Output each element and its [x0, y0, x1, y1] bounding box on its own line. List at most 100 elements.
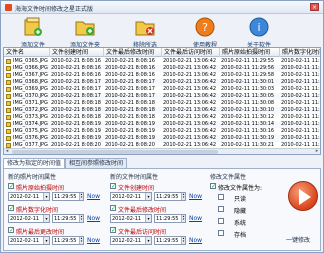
chevron-down-icon[interactable]: ▾	[43, 193, 49, 200]
archive-checkbox[interactable]	[218, 230, 224, 236]
chevron-down-icon[interactable]: ▾	[43, 237, 49, 244]
photo-original-date[interactable]: 2012-02-11 ▾	[8, 192, 50, 201]
spinner-icon[interactable]: ▴ ▾	[181, 237, 185, 244]
image-file-icon	[6, 87, 11, 92]
spinner-icon[interactable]: ▴ ▾	[181, 215, 185, 222]
close-button[interactable]: ×	[310, 3, 319, 11]
table-row[interactable]: IMG_0375.JPG 2010-02-21 8:08:19 2010-02-21…	[4, 128, 320, 135]
photo-modified-date[interactable]: 2012-02-11 ▾	[8, 236, 50, 245]
table-row[interactable]: IMG_0368.JPG 2010-02-21 8:08:17 2010-02-21…	[4, 79, 320, 86]
table-cell: IMG_0374.JPG	[13, 121, 48, 127]
photo-modified-now-link[interactable]: Now	[87, 237, 100, 244]
file-created-checkbox[interactable]: ✓	[110, 183, 116, 190]
table-cell: 2010-02-11 11:30:16	[221, 128, 275, 134]
table-row[interactable]: IMG_0365.JPG 2010-02-21 8:08:16 2010-02-21…	[4, 58, 320, 65]
table-row[interactable]: IMG_0373.JPG 2010-02-21 8:08:18 2010-02-21…	[4, 114, 320, 121]
spinner-icon[interactable]: ▴ ▾	[79, 215, 83, 222]
readonly-checkbox[interactable]	[218, 194, 224, 200]
file-modified-time[interactable]: 11:29:55 ▴ ▾	[154, 214, 186, 223]
photo-digitized-now-link[interactable]: Now	[87, 215, 100, 222]
chevron-down-icon[interactable]: ▾	[145, 215, 151, 222]
file-created-now-link[interactable]: Now	[189, 193, 202, 200]
table-row[interactable]: IMG_0370.JPG 2010-02-21 8:08:17 2010-02-21…	[4, 93, 320, 100]
chevron-down-icon[interactable]: ▾	[43, 215, 49, 222]
photo-original-now-link[interactable]: Now	[87, 193, 100, 200]
chevron-down-icon[interactable]: ▾	[145, 193, 151, 200]
table-cell: 2010-02-11 11:30:19	[281, 135, 320, 141]
photo-digitized-checkbox[interactable]: ✓	[8, 205, 14, 212]
table-cell: 2010-02-11 11:29:55	[221, 58, 275, 64]
table-cell: IMG_0367.JPG	[13, 72, 48, 78]
add-folder-icon	[75, 21, 95, 36]
file-accessed-date[interactable]: 2012-02-11 ▾	[110, 236, 152, 245]
table-cell: 2010-02-21 8:08:16	[105, 65, 155, 71]
file-list[interactable]: 文件名 文件创建时间 文件最后修改时间 文件最后访问时间 照片原始拍摄时间 照片…	[3, 47, 321, 155]
title-bar: 海海文件时间修改之星正式版 ×	[1, 1, 323, 14]
add-folder-button[interactable]: 添加文件夹	[63, 15, 107, 50]
file-modified-checkbox[interactable]: ✓	[110, 205, 116, 212]
photo-original-checkbox[interactable]: ✓	[8, 183, 14, 190]
tutorial-button[interactable]: ? 使用教程	[183, 15, 227, 50]
column-header[interactable]: 文件创建时间	[50, 48, 104, 57]
file-modified-date[interactable]: 2012-02-11 ▾	[110, 214, 152, 223]
table-cell: IMG_0366.JPG	[13, 65, 48, 71]
tab-set-specified-time[interactable]: 修改为指定的时间值	[3, 158, 66, 168]
table-cell: IMG_0369.JPG	[13, 86, 48, 92]
photo-original-time[interactable]: 11:29:55 ▴ ▾	[52, 192, 84, 201]
image-file-icon	[6, 108, 11, 113]
table-cell: 2010-02-21 8:08:17	[51, 86, 101, 92]
table-row[interactable]: IMG_0367.JPG 2010-02-21 8:08:16 2010-02-21…	[4, 72, 320, 79]
about-button[interactable]: i 关于软件	[237, 15, 281, 50]
spinner-icon[interactable]: ▴ ▾	[79, 193, 83, 200]
file-created-time[interactable]: 11:29:55 ▴ ▾	[154, 192, 186, 201]
chevron-down-icon[interactable]: ▾	[145, 237, 151, 244]
file-accessed-time[interactable]: 11:29:55 ▴ ▾	[154, 236, 186, 245]
table-row[interactable]: IMG_0366.JPG 2010-02-21 8:08:16 2010-02-21…	[4, 65, 320, 72]
hidden-checkbox[interactable]	[218, 206, 224, 212]
table-cell: 2010-02-11 11:30:08	[221, 100, 275, 106]
modify-attr-checkbox[interactable]: ✓	[210, 183, 216, 190]
one-click-modify-button[interactable]	[288, 181, 318, 211]
photo-modified-checkbox[interactable]: ✓	[8, 227, 14, 234]
image-file-icon	[6, 122, 11, 127]
table-cell: 2010-02-11 11:30:03	[281, 86, 320, 92]
column-header[interactable]: 文件最后修改时间	[104, 48, 162, 57]
table-cell: 2010-02-21 8:08:18	[105, 107, 155, 113]
file-accessed-now-link[interactable]: Now	[189, 237, 202, 244]
remove-selected-button[interactable]: 移除所选	[123, 15, 167, 50]
file-created-date[interactable]: 2012-02-11 ▾	[110, 192, 152, 201]
table-row[interactable]: IMG_0376.JPG 2010-02-21 8:08:19 2010-02-21…	[4, 135, 320, 142]
photo-digitized-time[interactable]: 11:29:55 ▴ ▾	[52, 214, 84, 223]
column-header[interactable]: 文件名	[4, 48, 50, 57]
table-cell: 2010-02-11 11:30:01	[281, 79, 320, 85]
table-cell: IMG_0372.JPG	[13, 107, 48, 113]
table-row[interactable]: IMG_0371.JPG 2010-02-21 8:08:18 2010-02-21…	[4, 100, 320, 107]
table-row[interactable]: IMG_0369.JPG 2010-02-21 8:08:17 2010-02-21…	[4, 86, 320, 93]
column-header[interactable]: 照片数字化时间	[280, 48, 320, 57]
column-header[interactable]: 照片原始拍摄时间	[220, 48, 280, 57]
spinner-icon[interactable]: ▴ ▾	[79, 237, 83, 244]
table-cell: IMG_0365.JPG	[13, 58, 48, 64]
file-modified-now-link[interactable]: Now	[189, 215, 202, 222]
file-modified-date-value: 2012-02-11	[112, 216, 142, 222]
table-cell: 2010-02-21 13:06:42	[163, 100, 217, 106]
spinner-icon[interactable]: ▴ ▾	[181, 193, 185, 200]
photo-modified-time[interactable]: 11:29:55 ▴ ▾	[52, 236, 84, 245]
file-list-header: 文件名 文件创建时间 文件最后修改时间 文件最后访问时间 照片原始拍摄时间 照片…	[4, 48, 320, 57]
horizontal-scrollbar[interactable]: ◂ ▸	[4, 148, 320, 154]
system-checkbox[interactable]	[218, 218, 224, 224]
table-cell: 2010-02-11 11:29:56	[281, 65, 320, 71]
tab-cross-reference-time[interactable]: 相互间参照修改时间	[65, 158, 128, 168]
table-cell: 2010-02-21 8:08:19	[105, 121, 155, 127]
table-row[interactable]: IMG_0372.JPG 2010-02-21 8:08:18 2010-02-21…	[4, 107, 320, 114]
scroll-left-icon[interactable]: ◂	[4, 149, 10, 154]
file-time-group-title: 新的文件时间属性	[110, 174, 159, 181]
table-cell: 2010-02-21 8:08:17	[105, 79, 155, 85]
add-file-button[interactable]: 添加文件	[11, 15, 55, 50]
photo-digitized-date[interactable]: 2012-02-11 ▾	[8, 214, 50, 223]
scroll-right-icon[interactable]: ▸	[314, 149, 320, 154]
table-row[interactable]: IMG_0374.JPG 2010-02-21 8:08:19 2010-02-21…	[4, 121, 320, 128]
file-accessed-checkbox[interactable]: ✓	[110, 227, 116, 234]
scrollbar-thumb[interactable]	[12, 150, 218, 154]
column-header[interactable]: 文件最后访问时间	[162, 48, 220, 57]
